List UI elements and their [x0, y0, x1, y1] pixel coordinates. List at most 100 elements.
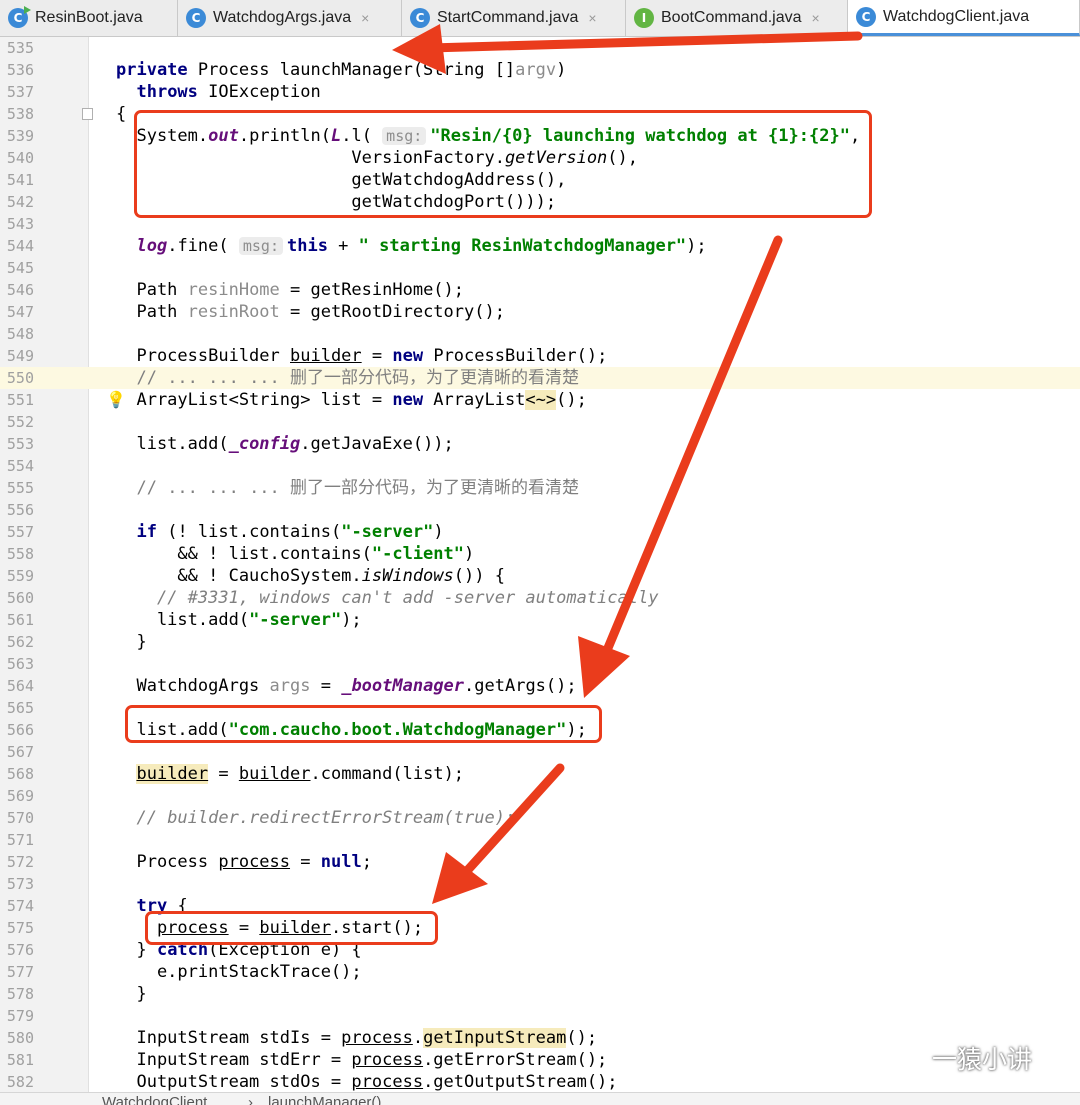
code-line[interactable]: 569: [0, 785, 1080, 807]
line-number[interactable]: 574: [0, 895, 34, 917]
line-number[interactable]: 579: [0, 1005, 34, 1027]
code-line[interactable]: 563: [0, 653, 1080, 675]
code-text[interactable]: Path resinRoot = getRootDirectory();: [116, 301, 504, 323]
line-number[interactable]: 573: [0, 873, 34, 895]
code-line[interactable]: 559 && ! CauchoSystem.isWindows()) {: [0, 565, 1080, 587]
code-line[interactable]: 556: [0, 499, 1080, 521]
code-line[interactable]: 553 list.add(_config.getJavaExe());: [0, 433, 1080, 455]
line-number[interactable]: 559: [0, 565, 34, 587]
close-icon[interactable]: ×: [812, 10, 820, 26]
line-number[interactable]: 571: [0, 829, 34, 851]
line-number[interactable]: 557: [0, 521, 34, 543]
line-number[interactable]: 580: [0, 1027, 34, 1049]
line-number[interactable]: 576: [0, 939, 34, 961]
code-line[interactable]: 535: [0, 37, 1080, 59]
code-line[interactable]: 551 ArrayList<String> list = new ArrayLi…: [0, 389, 1080, 411]
code-text[interactable]: throws IOException: [116, 81, 320, 103]
line-number[interactable]: 562: [0, 631, 34, 653]
code-line[interactable]: 550 // ... ... ... 删了一部分代码，为了更清晰的看清楚: [0, 367, 1080, 389]
line-number[interactable]: 539: [0, 125, 34, 147]
line-number[interactable]: 581: [0, 1049, 34, 1071]
code-text[interactable]: Process process = null;: [116, 851, 371, 873]
code-text[interactable]: // ... ... ... 删了一部分代码，为了更清晰的看清楚: [116, 367, 579, 389]
line-number[interactable]: 546: [0, 279, 34, 301]
code-text[interactable]: Path resinHome = getResinHome();: [116, 279, 464, 301]
code-line[interactable]: 573: [0, 873, 1080, 895]
code-text[interactable]: // builder.redirectErrorStream(true);: [116, 807, 515, 829]
code-line[interactable]: 572 Process process = null;: [0, 851, 1080, 873]
line-number[interactable]: 547: [0, 301, 34, 323]
code-text[interactable]: list.add(_config.getJavaExe());: [116, 433, 453, 455]
code-line[interactable]: 557 if (! list.contains("-server"): [0, 521, 1080, 543]
line-number[interactable]: 549: [0, 345, 34, 367]
code-text[interactable]: // ... ... ... 删了一部分代码，为了更清晰的看清楚: [116, 477, 579, 499]
line-number[interactable]: 554: [0, 455, 34, 477]
breadcrumb-class[interactable]: WatchdogClient: [102, 1094, 207, 1105]
line-number[interactable]: 556: [0, 499, 34, 521]
line-number[interactable]: 564: [0, 675, 34, 697]
line-number[interactable]: 538: [0, 103, 34, 125]
line-number[interactable]: 558: [0, 543, 34, 565]
code-line[interactable]: 562 }: [0, 631, 1080, 653]
line-number[interactable]: 568: [0, 763, 34, 785]
line-number[interactable]: 577: [0, 961, 34, 983]
code-text[interactable]: if (! list.contains("-server"): [116, 521, 443, 543]
intention-bulb-icon[interactable]: 💡: [106, 389, 126, 411]
breadcrumb-method[interactable]: launchManager(): [268, 1094, 381, 1105]
code-line[interactable]: 554: [0, 455, 1080, 477]
tab-resinboot[interactable]: C ResinBoot.java: [0, 0, 178, 36]
code-line[interactable]: 558 && ! list.contains("-client"): [0, 543, 1080, 565]
code-line[interactable]: 548: [0, 323, 1080, 345]
code-text[interactable]: private Process launchManager(String []a…: [116, 59, 566, 81]
line-number[interactable]: 548: [0, 323, 34, 345]
code-text[interactable]: {: [116, 103, 126, 125]
line-number[interactable]: 565: [0, 697, 34, 719]
line-number[interactable]: 569: [0, 785, 34, 807]
code-text[interactable]: log.fine( msg: this + " starting ResinWat…: [116, 235, 706, 257]
code-text[interactable]: InputStream stdErr = process.getErrorStr…: [116, 1049, 607, 1071]
line-number[interactable]: 572: [0, 851, 34, 873]
line-number[interactable]: 540: [0, 147, 34, 169]
line-number[interactable]: 575: [0, 917, 34, 939]
code-line[interactable]: 536 private Process launchManager(String …: [0, 59, 1080, 81]
code-text[interactable]: builder = builder.command(list);: [116, 763, 464, 785]
line-number[interactable]: 542: [0, 191, 34, 213]
code-line[interactable]: 571: [0, 829, 1080, 851]
code-line[interactable]: 544 log.fine( msg: this + " starting Resi…: [0, 235, 1080, 257]
code-text[interactable]: // #3331, windows can't add -server auto…: [116, 587, 659, 609]
line-number[interactable]: 566: [0, 719, 34, 741]
code-text[interactable]: InputStream stdIs = process.getInputStre…: [116, 1027, 597, 1049]
line-number[interactable]: 551: [0, 389, 34, 411]
line-number[interactable]: 543: [0, 213, 34, 235]
code-text[interactable]: }: [116, 631, 146, 653]
tab-watchdogclient[interactable]: C WatchdogClient.java: [848, 0, 1080, 36]
tab-watchdogargs[interactable]: C WatchdogArgs.java ×: [178, 0, 402, 36]
code-text[interactable]: e.printStackTrace();: [116, 961, 362, 983]
line-number[interactable]: 541: [0, 169, 34, 191]
line-number[interactable]: 545: [0, 257, 34, 279]
fold-marker-icon[interactable]: [82, 108, 93, 120]
code-line[interactable]: 555 // ... ... ... 删了一部分代码，为了更清晰的看清楚: [0, 477, 1080, 499]
code-line[interactable]: 568 builder = builder.command(list);: [0, 763, 1080, 785]
line-number[interactable]: 561: [0, 609, 34, 631]
close-icon[interactable]: ×: [361, 10, 369, 26]
code-line[interactable]: 577 e.printStackTrace();: [0, 961, 1080, 983]
code-text[interactable]: ProcessBuilder builder = new ProcessBuil…: [116, 345, 607, 367]
code-line[interactable]: 552: [0, 411, 1080, 433]
code-text[interactable]: list.add("-server");: [116, 609, 362, 631]
code-line[interactable]: 567: [0, 741, 1080, 763]
line-number[interactable]: 544: [0, 235, 34, 257]
code-line[interactable]: 578 }: [0, 983, 1080, 1005]
tab-startcommand[interactable]: C StartCommand.java ×: [402, 0, 626, 36]
code-line[interactable]: 564 WatchdogArgs args = _bootManager.get…: [0, 675, 1080, 697]
code-text[interactable]: && ! CauchoSystem.isWindows()) {: [116, 565, 505, 587]
tab-bootcommand[interactable]: I BootCommand.java ×: [626, 0, 848, 36]
line-number[interactable]: 582: [0, 1071, 34, 1093]
line-number[interactable]: 570: [0, 807, 34, 829]
code-line[interactable]: 545: [0, 257, 1080, 279]
line-number[interactable]: 578: [0, 983, 34, 1005]
line-number[interactable]: 553: [0, 433, 34, 455]
line-number[interactable]: 563: [0, 653, 34, 675]
code-line[interactable]: 549 ProcessBuilder builder = new Process…: [0, 345, 1080, 367]
line-number[interactable]: 536: [0, 59, 34, 81]
